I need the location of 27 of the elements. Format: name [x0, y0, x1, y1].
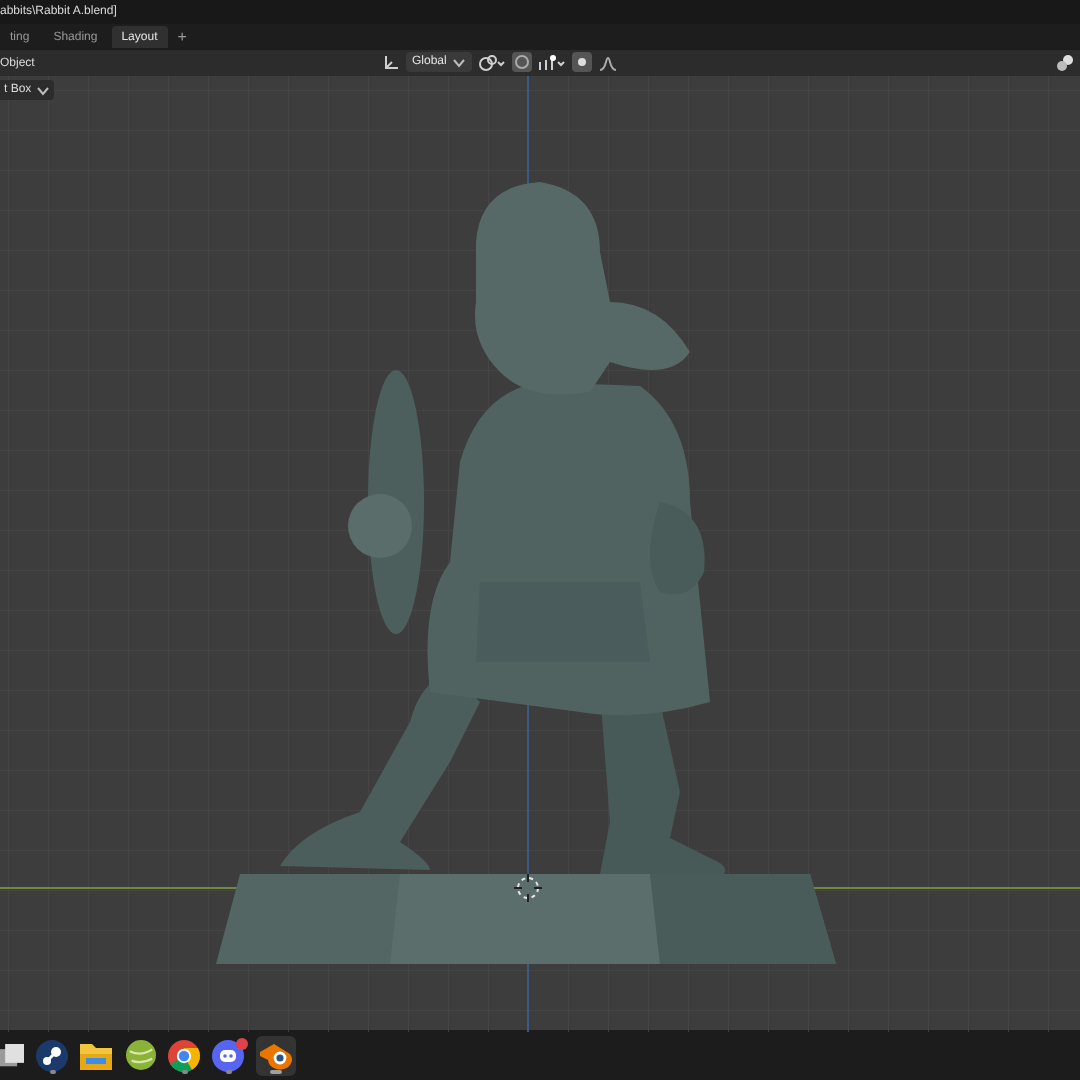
- chevron-down-icon: [35, 85, 50, 95]
- gizmo-toggle-icon[interactable]: [1056, 54, 1074, 72]
- taskbar-app-button[interactable]: [124, 1035, 156, 1075]
- snap-magnet-icon[interactable]: [512, 52, 533, 72]
- taskbar-app-button[interactable]: [256, 1035, 296, 1075]
- add-tab-button[interactable]: +: [171, 29, 193, 45]
- folder-icon: [80, 1041, 112, 1069]
- running-indicator: [49, 1069, 55, 1073]
- blender-icon: [258, 1040, 294, 1070]
- ball-icon: [125, 1040, 155, 1070]
- snap-target-icon[interactable]: [538, 53, 567, 71]
- gear-disc-icon: [36, 1039, 68, 1071]
- chat-icon: [212, 1039, 244, 1071]
- browser-icon: [168, 1039, 200, 1071]
- taskbar-app-button[interactable]: [168, 1035, 200, 1075]
- window-icon: [0, 1041, 24, 1069]
- falloff-curve-icon[interactable]: [598, 53, 619, 71]
- taskbar-app-button[interactable]: [36, 1035, 68, 1075]
- running-indicator: [181, 1069, 187, 1073]
- chevron-down-icon: [452, 57, 467, 67]
- taskbar-app-button[interactable]: [212, 1035, 244, 1075]
- 3d-cursor-icon: [513, 873, 543, 903]
- transform-axes-icon: [382, 53, 400, 71]
- pivot-icon[interactable]: [478, 53, 507, 71]
- running-indicator: [270, 1069, 282, 1073]
- running-indicator: [225, 1069, 231, 1073]
- proportional-edit-icon[interactable]: [572, 52, 593, 72]
